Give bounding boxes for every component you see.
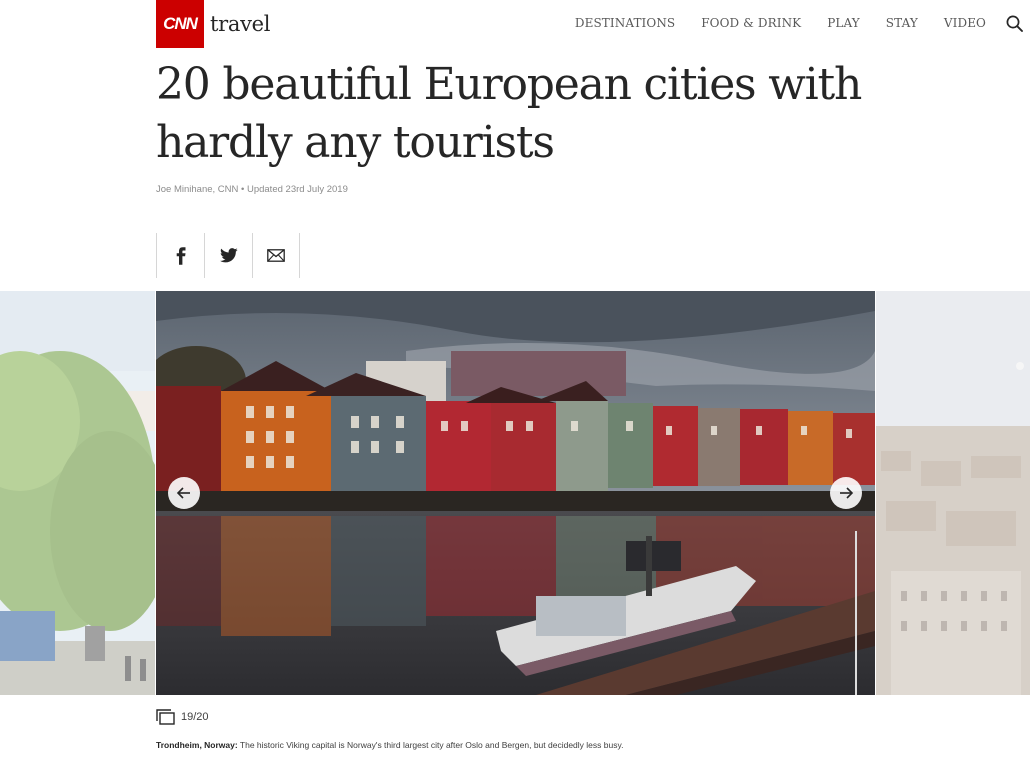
caption-location: Trondheim, Norway: xyxy=(156,740,238,750)
share-bar xyxy=(156,233,300,278)
cnn-logo-mark: CNN xyxy=(156,0,204,48)
site-header: CNN travel DESTINATIONS FOOD & DRINK PLA… xyxy=(0,0,1030,48)
article-title: 20 beautiful European cities with hardly… xyxy=(156,59,862,168)
main-nav: DESTINATIONS FOOD & DRINK PLAY STAY VIDE… xyxy=(549,16,986,30)
facebook-share-button[interactable] xyxy=(156,233,204,278)
previous-slide-image[interactable] xyxy=(0,291,155,695)
photo-gallery xyxy=(0,291,1030,695)
travel-logo-text: travel xyxy=(210,12,271,36)
facebook-icon xyxy=(176,246,185,265)
caption-text: The historic Viking capital is Norway's … xyxy=(237,740,624,750)
gallery-main-image xyxy=(156,291,875,695)
arrow-left-icon xyxy=(176,487,190,499)
email-share-button[interactable] xyxy=(252,233,300,278)
nav-destinations[interactable]: DESTINATIONS xyxy=(575,16,675,30)
nav-stay[interactable]: STAY xyxy=(886,16,918,30)
article-byline: Joe Minihane, CNN • Updated 23rd July 20… xyxy=(156,184,348,195)
search-icon[interactable] xyxy=(1005,14,1025,34)
twitter-icon xyxy=(219,248,238,263)
nav-food-drink[interactable]: FOOD & DRINK xyxy=(701,16,801,30)
gallery-stack-icon xyxy=(156,709,175,725)
gallery-previous-button[interactable] xyxy=(168,477,200,509)
next-slide-image[interactable] xyxy=(876,291,1030,695)
cnn-travel-logo[interactable]: CNN travel xyxy=(156,0,271,48)
gallery-counter-text: 19/20 xyxy=(181,711,209,723)
twitter-share-button[interactable] xyxy=(204,233,252,278)
gallery-caption: Trondheim, Norway: The historic Viking c… xyxy=(156,740,623,750)
nav-video[interactable]: VIDEO xyxy=(944,16,986,30)
nav-play[interactable]: PLAY xyxy=(827,16,860,30)
gallery-counter: 19/20 xyxy=(156,709,209,725)
email-icon xyxy=(267,249,285,262)
arrow-right-icon xyxy=(840,487,854,499)
gallery-next-button[interactable] xyxy=(830,477,862,509)
